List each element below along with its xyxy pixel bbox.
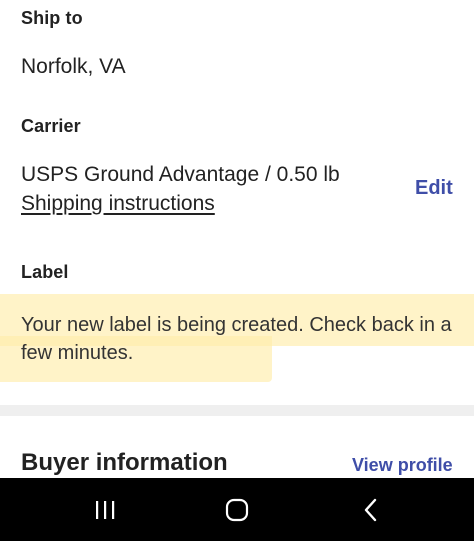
recents-icon[interactable] [60,478,150,541]
carrier-service: USPS Ground Advantage / 0.50 lb [21,163,340,186]
edit-carrier-button[interactable]: Edit [415,177,453,200]
view-profile-link[interactable]: View profile [352,455,453,476]
system-navigation-bar [0,478,474,541]
ship-to-heading: Ship to [21,8,83,28]
back-icon[interactable] [326,478,416,541]
section-divider [0,405,474,416]
label-status-message: Your new label is being created. Check b… [21,314,452,364]
carrier-heading: Carrier [21,116,81,136]
shipping-instructions-link[interactable]: Shipping instructions [21,192,215,216]
home-icon[interactable] [192,478,282,541]
buyer-information-heading: Buyer information [21,449,228,476]
ship-to-location: Norfolk, VA [21,55,126,78]
order-shipping-screen: Ship to Norfolk, VA Carrier USPS Ground … [0,0,474,541]
label-heading: Label [21,262,69,282]
